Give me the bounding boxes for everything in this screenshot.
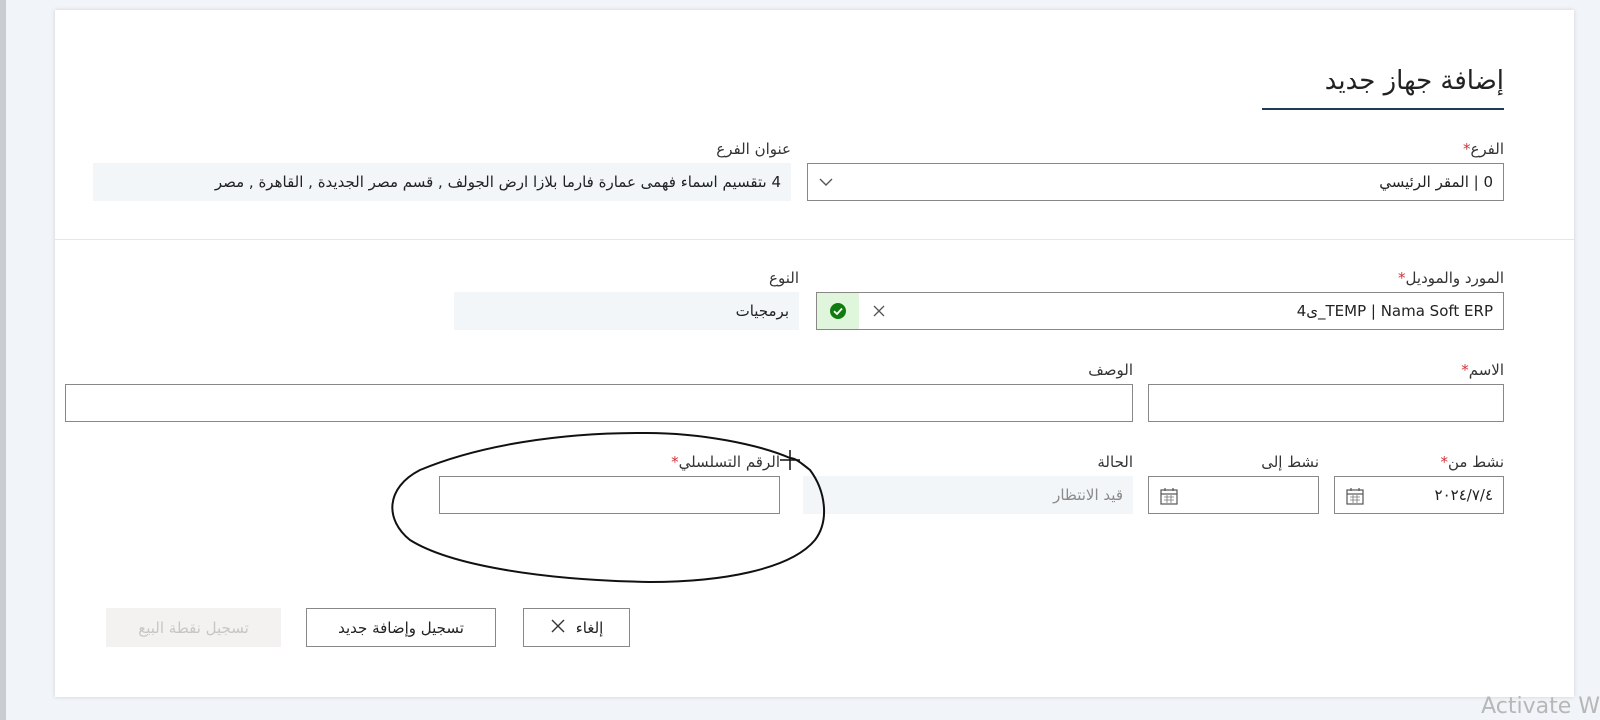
serial-input[interactable] — [439, 476, 780, 514]
active-from-date[interactable]: ٢٠٢٤/٧/٤ — [1334, 476, 1504, 514]
description-input[interactable] — [65, 384, 1133, 422]
branch-label-text: الفرع — [1470, 140, 1504, 158]
required-mark: * — [1440, 453, 1448, 471]
required-mark: * — [1461, 361, 1469, 379]
cancel-button-label: إلغاء — [575, 618, 604, 637]
type-value: برمجيات — [735, 302, 789, 320]
active-from-value: ٢٠٢٤/٧/٤ — [1434, 486, 1493, 504]
title-underline — [1262, 108, 1504, 110]
page-title: إضافة جهاز جديد — [1324, 66, 1504, 96]
activate-windows-watermark: Activate W — [1481, 694, 1600, 719]
required-mark: * — [1398, 269, 1406, 287]
status-value: قيد الانتظار — [1053, 486, 1123, 504]
supplier-model-label: المورد والموديل* — [1394, 269, 1504, 287]
name-label-text: الاسم — [1468, 361, 1504, 379]
required-mark: * — [671, 453, 679, 471]
branch-address-label: عنوان الفرع — [716, 140, 791, 158]
status-field: قيد الانتظار — [803, 476, 1133, 514]
save-pos-button-label: تسجيل نقطة البيع — [138, 618, 249, 637]
type-field: برمجيات — [454, 292, 799, 330]
calendar-icon[interactable] — [1159, 486, 1179, 506]
branch-label: الفرع* — [1459, 140, 1504, 158]
window-edge — [0, 0, 6, 720]
save-pos-button[interactable]: تسجيل نقطة البيع — [106, 608, 281, 647]
save-and-new-button-label: تسجيل وإضافة جديد — [338, 618, 464, 637]
supplier-model-label-text: المورد والموديل — [1405, 269, 1504, 287]
supplier-model-field[interactable]: TEMP | Nama Soft ERP_ى4 — [816, 292, 1504, 330]
active-from-label-text: نشط من — [1447, 453, 1504, 471]
cancel-button[interactable]: إلغاء — [523, 608, 630, 647]
save-and-new-button[interactable]: تسجيل وإضافة جديد — [306, 608, 496, 647]
branch-address-field: 4 ىتقسيم اسماء فهمى عمارة فارما بلازا ار… — [93, 163, 791, 201]
add-device-form: إضافة جهاز جديد الفرع* 0 | المقر الرئيسي… — [55, 10, 1574, 697]
name-input[interactable] — [1148, 384, 1504, 422]
active-from-label: نشط من* — [1436, 453, 1504, 471]
active-to-date[interactable] — [1148, 476, 1319, 514]
calendar-icon[interactable] — [1345, 486, 1365, 506]
close-icon[interactable] — [871, 303, 887, 319]
branch-address-value: 4 ىتقسيم اسماء فهمى عمارة فارما بلازا ار… — [214, 173, 781, 191]
branch-value: 0 | المقر الرئيسي — [1379, 173, 1493, 191]
supplier-model-value: TEMP | Nama Soft ERP_ى4 — [1296, 302, 1493, 320]
name-label: الاسم* — [1457, 361, 1504, 379]
serial-label-text: الرقم التسلسلي — [678, 453, 780, 471]
chevron-down-icon[interactable] — [818, 174, 834, 190]
section-divider — [55, 239, 1574, 240]
status-label: الحالة — [1097, 453, 1133, 471]
check-circle-icon — [817, 293, 859, 329]
branch-select[interactable]: 0 | المقر الرئيسي — [807, 163, 1504, 201]
close-icon — [550, 618, 566, 638]
serial-label: الرقم التسلسلي* — [667, 453, 780, 471]
active-to-label: نشط إلى — [1261, 453, 1319, 471]
type-label: النوع — [769, 269, 799, 287]
description-label: الوصف — [1088, 361, 1133, 379]
